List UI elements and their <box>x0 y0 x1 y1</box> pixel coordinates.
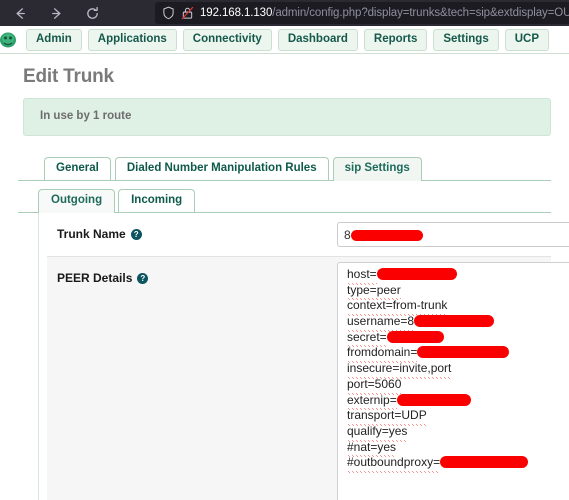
peer-details-line: insecure=invite,port <box>347 361 569 379</box>
peer-details-line: #outboundproxy= <box>347 455 569 473</box>
freepbx-main-nav: Admin Applications Connectivity Dashboar… <box>0 26 569 54</box>
forward-arrow-icon[interactable] <box>38 1 74 25</box>
status-banner: In use by 1 route <box>23 98 551 136</box>
redaction-bar <box>440 456 529 469</box>
nav-item-reports[interactable]: Reports <box>363 28 428 51</box>
primary-tabs: General Dialed Number Manipulation Rules… <box>18 157 551 181</box>
nav-item-applications[interactable]: Applications <box>87 28 177 51</box>
nav-item-ucp[interactable]: UCP <box>504 28 549 51</box>
url-path: /admin/config.php?display=trunks&tech=si… <box>272 7 569 19</box>
peer-details-control: host= type=peer context=from-trunk username… <box>337 257 569 500</box>
help-icon[interactable]: ? <box>137 272 149 284</box>
redaction-bar <box>414 315 495 328</box>
page-title: Edit Trunk <box>23 66 114 87</box>
redaction-bar <box>417 346 510 359</box>
redaction-bar <box>386 330 444 343</box>
page-content: Edit Trunk In use by 1 route General Dia… <box>0 54 569 500</box>
peer-details-line: username=8 <box>347 314 569 332</box>
form-row-trunk-name: Trunk Name ? 8 <box>47 213 569 257</box>
secondary-tabs: Outgoing Incoming <box>18 189 551 213</box>
nav-item-dashboard[interactable]: Dashboard <box>277 28 358 51</box>
subtab-incoming[interactable]: Incoming <box>118 189 196 212</box>
trunk-name-input[interactable]: 8 <box>337 222 569 247</box>
peer-details-line-text: #outboundproxy= <box>347 455 441 473</box>
trunk-name-control: 8 <box>337 213 569 256</box>
tab-sip-settings[interactable]: sip Settings <box>332 157 422 181</box>
trunk-name-label: Trunk Name ? <box>47 213 337 254</box>
help-icon[interactable]: ? <box>130 228 142 240</box>
peer-details-label-text: PEER Details <box>57 271 133 285</box>
peer-details-label: PEER Details ? <box>47 257 337 298</box>
redaction-bar <box>376 268 457 280</box>
trunk-name-value: 8 <box>344 228 351 242</box>
peer-details-line: port=5060 <box>347 376 569 395</box>
nav-item-admin[interactable]: Admin <box>26 28 82 51</box>
browser-nav-buttons <box>0 1 110 25</box>
browser-chrome: 192.168.1.130/admin/config.php?display=t… <box>0 0 569 26</box>
peer-details-line: type=peer <box>347 282 569 301</box>
peer-details-line: #nat=yes <box>347 439 569 458</box>
form-row-peer-details: PEER Details ? host= type=peer context=fro… <box>47 257 569 500</box>
nav-item-connectivity[interactable]: Connectivity <box>182 28 272 51</box>
redaction-bar <box>350 230 423 242</box>
broken-padlock-icon[interactable] <box>181 6 194 20</box>
shield-icon[interactable] <box>162 6 175 20</box>
trunk-name-label-text: Trunk Name <box>57 227 126 241</box>
peer-details-textarea[interactable]: host= type=peer context=from-trunk username… <box>337 262 569 500</box>
peer-details-line: secret= <box>347 329 569 348</box>
tab-dialed-number-manipulation-rules[interactable]: Dialed Number Manipulation Rules <box>114 157 329 180</box>
freepbx-logo-icon[interactable] <box>0 29 20 51</box>
tab-general[interactable]: General <box>44 157 111 180</box>
trunk-settings-form: Trunk Name ? 8 PEER Details ? host= type=… <box>38 213 569 500</box>
reload-icon[interactable] <box>74 1 110 25</box>
url-host: 192.168.1.130 <box>200 7 273 19</box>
peer-details-line: transport=UDP <box>347 408 569 426</box>
peer-details-line: context=from-trunk <box>347 298 569 317</box>
redaction-bar <box>396 393 471 406</box>
address-bar[interactable]: 192.168.1.130/admin/config.php?display=t… <box>155 2 569 24</box>
url-text: 192.168.1.130/admin/config.php?display=t… <box>200 7 569 19</box>
subtab-outgoing[interactable]: Outgoing <box>38 189 116 213</box>
peer-details-line: host= <box>347 267 569 285</box>
peer-details-line: externip= <box>347 392 569 411</box>
peer-details-line: fromdomain= <box>347 345 569 364</box>
peer-details-line: qualify=yes <box>347 423 569 442</box>
back-arrow-icon[interactable] <box>2 1 38 25</box>
nav-item-settings[interactable]: Settings <box>433 28 499 51</box>
